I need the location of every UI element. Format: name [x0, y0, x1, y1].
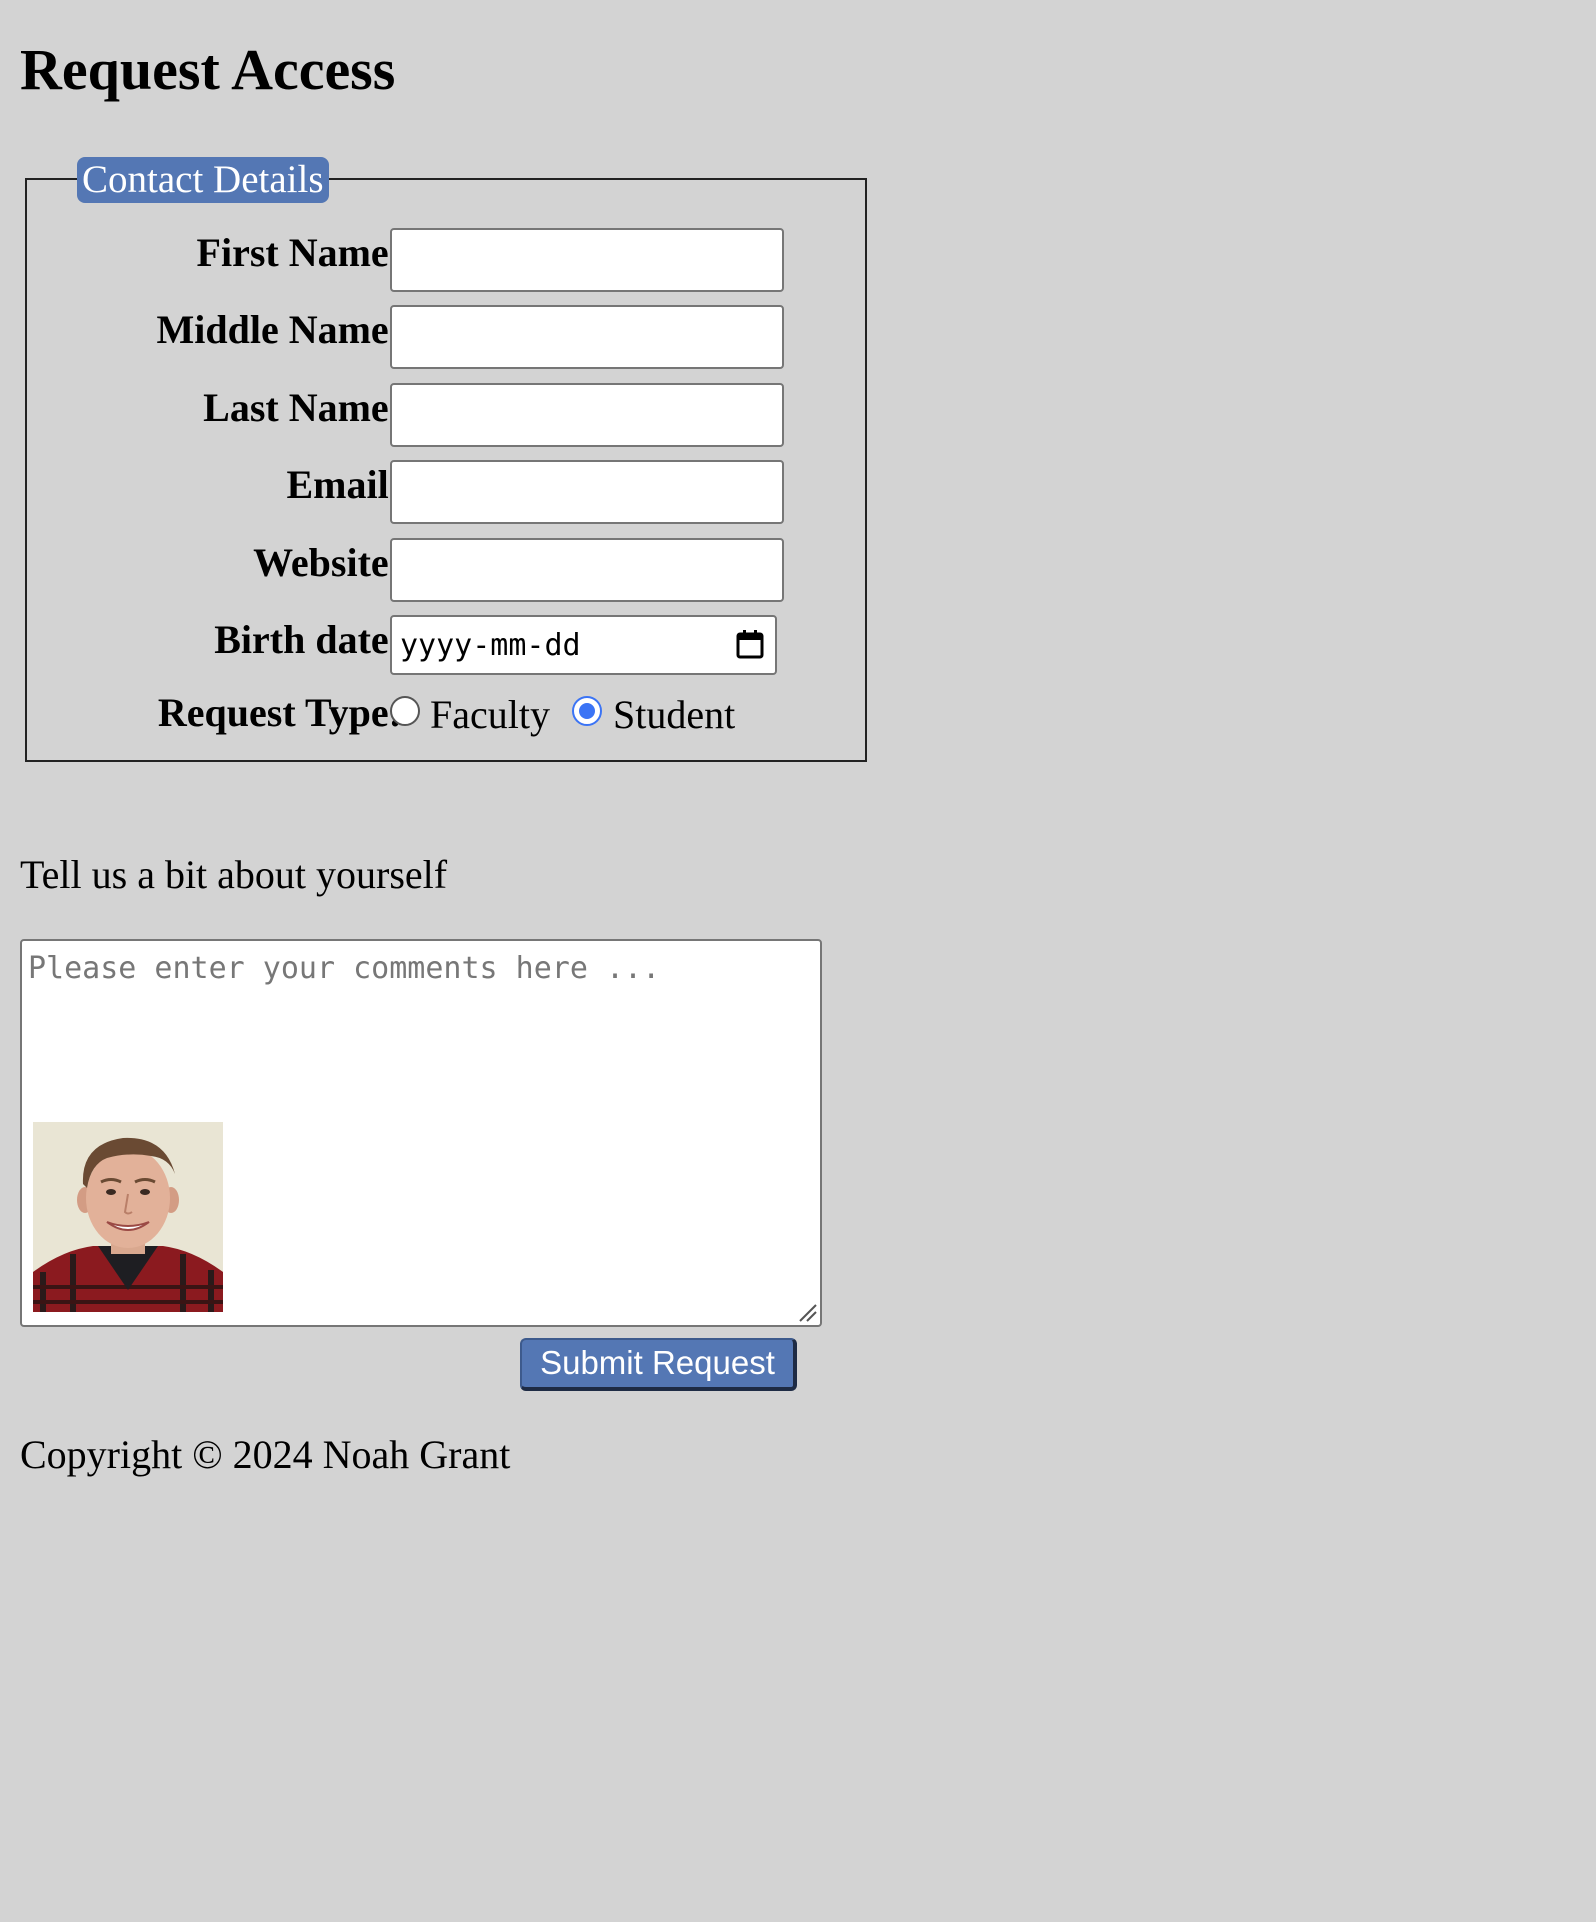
first-name-row: First Name:: [25, 228, 867, 292]
email-input[interactable]: [390, 460, 784, 524]
last-name-row: Last Name:: [25, 383, 867, 447]
submit-request-button[interactable]: Submit Request: [520, 1338, 797, 1391]
website-input[interactable]: [390, 538, 784, 602]
comments-placeholder: Please enter your comments here ...: [28, 951, 661, 986]
resize-handle-icon[interactable]: [796, 1301, 818, 1323]
website-row: Website:: [25, 538, 867, 602]
avatar: [33, 1122, 223, 1312]
contact-details-legend: Contact Details: [77, 157, 329, 203]
last-name-label: Last Name:: [203, 385, 402, 430]
faculty-radio-label[interactable]: Faculty: [430, 690, 550, 740]
footer-copyright: Copyright © 2024 Noah Grant: [20, 1432, 511, 1477]
middle-name-label: Middle Name:: [156, 307, 402, 352]
birth-date-label: Birth date:: [214, 617, 402, 662]
middle-name-input[interactable]: [390, 305, 784, 369]
first-name-input[interactable]: [390, 228, 784, 292]
request-type-label: Request Type:: [157, 690, 402, 735]
email-row: Email:: [25, 460, 867, 524]
first-name-label: First Name:: [196, 230, 402, 275]
request-type-row: Request Type: Faculty Student: [25, 688, 867, 752]
calendar-icon[interactable]: [735, 628, 765, 660]
profile-photo: [33, 1122, 223, 1312]
student-radio-label[interactable]: Student: [613, 690, 735, 740]
about-heading: Tell us a bit about yourself: [20, 852, 448, 897]
faculty-radio[interactable]: [390, 696, 420, 726]
birth-date-input[interactable]: yyyy-mm-dd: [390, 615, 777, 675]
website-label: Website:: [253, 540, 402, 585]
birth-date-row: Birth date: yyyy-mm-dd: [25, 615, 867, 679]
student-radio[interactable]: [572, 696, 602, 726]
last-name-input[interactable]: [390, 383, 784, 447]
birth-date-placeholder: yyyy-mm-dd: [400, 628, 581, 663]
page-title: Request Access: [20, 37, 396, 102]
middle-name-row: Middle Name:: [25, 305, 867, 369]
email-label: Email:: [286, 462, 402, 507]
